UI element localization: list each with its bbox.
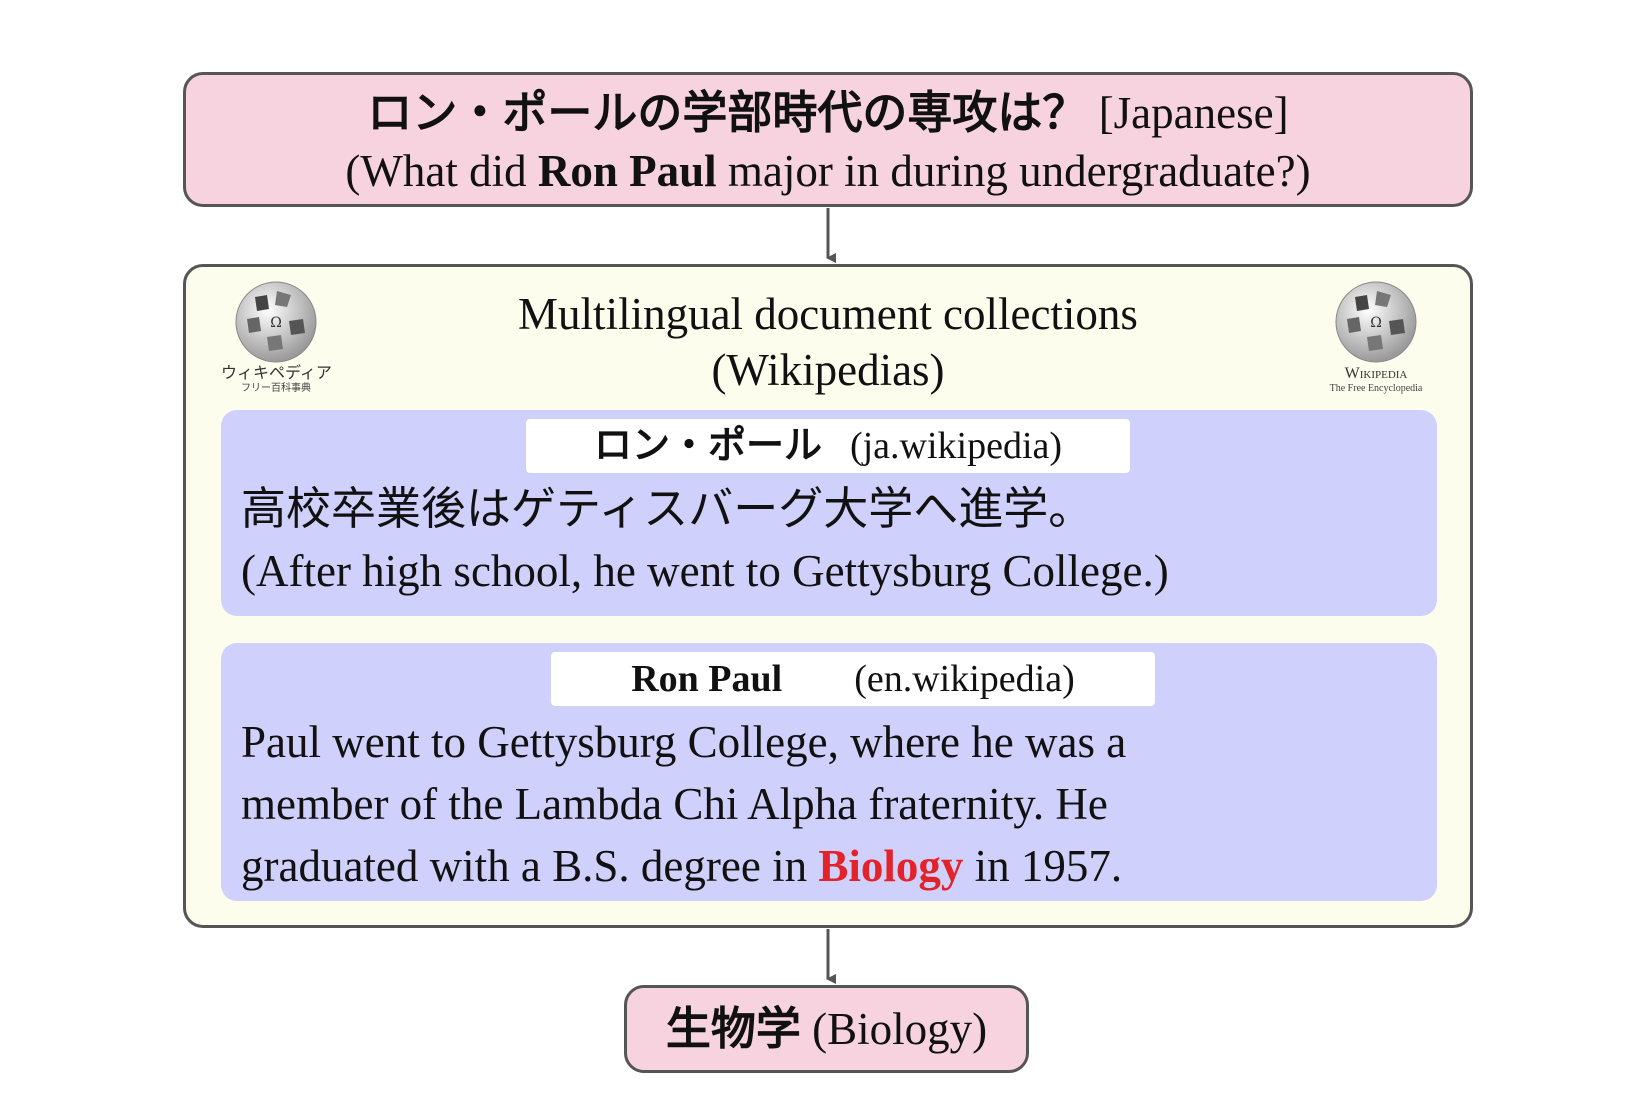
japanese-document: ロン・ポール (ja.wikipedia) 高校卒業後はゲティスバーグ大学へ進学。… (221, 410, 1437, 616)
english-document-text-line3-suffix: in 1957. (963, 841, 1123, 891)
logo-right-caption: Wikipedia (1344, 365, 1408, 382)
question-box: ロン・ポールの学部時代の専攻は？ [Japanese] (What did Ro… (183, 72, 1473, 207)
svg-text:Ω: Ω (270, 315, 282, 331)
collection-subtitle: (Wikipedias) (711, 345, 945, 395)
answer-highlight: Biology (818, 841, 964, 891)
wikipedia-en-logo: Ω Wikipedia The Free Encyclopedia (1321, 279, 1431, 409)
logo-right-subcaption: The Free Encyclopedia (1329, 383, 1423, 394)
question-japanese: ロン・ポールの学部時代の専攻は？ (367, 88, 1088, 138)
english-document-text-line3-prefix: graduated with a B.S. degree in (241, 841, 819, 891)
logo-left-caption: ウィキペディア (221, 365, 332, 382)
question-language-tag: [Japanese] (1098, 88, 1289, 138)
english-document-text-line3: graduated with a B.S. degree in Biology … (241, 835, 1407, 897)
question-japanese-line: ロン・ポールの学部時代の専攻は？ [Japanese] (186, 87, 1470, 139)
question-translation-suffix: major in during undergraduate?) (716, 146, 1311, 196)
question-translation-prefix: (What did (345, 146, 538, 196)
wikipedia-globe-icon: Ω (235, 281, 317, 363)
japanese-document-title: ロン・ポール (593, 425, 822, 467)
answer-box: 生物学 (Biology) (624, 985, 1029, 1073)
collection-title: Multilingual document collections (518, 289, 1138, 339)
answer-japanese: 生物学 (665, 1004, 801, 1054)
english-document-text-line1: Paul went to Gettysburg College, where h… (241, 717, 1127, 767)
japanese-document-source: (ja.wikipedia) (849, 425, 1063, 467)
english-document-text-line2: member of the Lambda Chi Alpha fraternit… (241, 779, 1108, 829)
japanese-document-translation: (After high school, he went to Gettysbur… (241, 546, 1169, 596)
english-document: Ron Paul (en.wikipedia) Paul went to Gett… (221, 643, 1437, 901)
question-translation-line: (What did Ron Paul major in during under… (186, 145, 1470, 197)
wikipedia-globe-icon: Ω (1335, 281, 1417, 363)
question-entity-name: Ron Paul (537, 146, 717, 196)
answer-translation: (Biology) (812, 1004, 988, 1054)
wikipedia-ja-logo: Ω ウィキペディア フリー百科事典 (221, 279, 332, 409)
logo-left-subcaption: フリー百科事典 (241, 383, 311, 394)
japanese-document-label: ロン・ポール (ja.wikipedia) (526, 419, 1130, 473)
english-document-title: Ron Paul (631, 658, 783, 700)
english-document-source: (en.wikipedia) (854, 658, 1075, 700)
english-document-label: Ron Paul (en.wikipedia) (551, 652, 1155, 706)
document-collection-box: Ω ウィキペディア フリー百科事典 Multilingual document … (183, 264, 1473, 928)
svg-text:Ω: Ω (1370, 315, 1382, 331)
japanese-document-text: 高校卒業後はゲティスバーグ大学へ進学。 (241, 484, 1094, 534)
